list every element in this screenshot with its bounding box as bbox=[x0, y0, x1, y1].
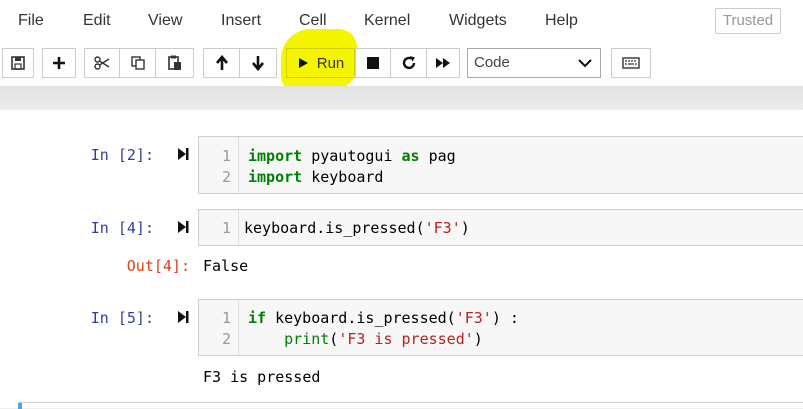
code-token: pyautogui bbox=[302, 147, 402, 165]
menu-cell[interactable]: Cell bbox=[299, 12, 327, 30]
code-token: 'F3' bbox=[455, 309, 492, 327]
restart-icon bbox=[402, 56, 415, 70]
code-token: import bbox=[248, 168, 303, 186]
move-up-button[interactable] bbox=[203, 48, 240, 78]
copy-icon bbox=[130, 56, 145, 70]
output-prompt: Out[4]: bbox=[126, 257, 190, 275]
line-number: 2 bbox=[221, 330, 231, 348]
selected-cell-indicator bbox=[18, 403, 22, 409]
code-input[interactable]: 1 2 if keyboard.is_pressed('F3') : print… bbox=[198, 299, 803, 356]
cell-type-value: Code bbox=[474, 54, 510, 71]
run-cell-icon[interactable] bbox=[176, 147, 190, 161]
code-token: 'F3' bbox=[424, 219, 461, 237]
code-line: if keyboard.is_pressed('F3') : bbox=[248, 309, 519, 327]
cell-type-select[interactable]: Code bbox=[467, 48, 601, 78]
line-number: 1 bbox=[221, 219, 231, 237]
cut-button[interactable] bbox=[84, 48, 120, 78]
code-token: pag bbox=[419, 147, 456, 165]
restart-button[interactable] bbox=[391, 48, 427, 78]
play-icon bbox=[298, 58, 308, 68]
run-cell-icon[interactable] bbox=[176, 310, 190, 324]
save-button[interactable] bbox=[2, 48, 34, 78]
menu-widgets[interactable]: Widgets bbox=[449, 12, 507, 30]
run-label: Run bbox=[316, 54, 345, 72]
menu-insert[interactable]: Insert bbox=[221, 12, 261, 30]
stop-icon bbox=[367, 57, 379, 69]
code-line: keyboard.is_pressed('F3') bbox=[244, 219, 470, 237]
code-token: import bbox=[248, 147, 303, 165]
menu-file[interactable]: File bbox=[18, 12, 44, 30]
run-button[interactable]: Run bbox=[286, 48, 355, 78]
input-prompt: In [2]: bbox=[90, 146, 154, 164]
header-shadow bbox=[0, 86, 803, 110]
menu-bar: File Edit View Insert Cell Kernel Widget… bbox=[0, 0, 803, 42]
code-token: ) bbox=[473, 330, 483, 348]
menu-edit[interactable]: Edit bbox=[83, 12, 111, 30]
copy-button[interactable] bbox=[120, 48, 156, 78]
code-token: keyboard.is_pressed( bbox=[244, 219, 425, 237]
code-input[interactable]: 1 2 import pyautogui as pag import keybo… bbox=[198, 136, 803, 194]
line-number: 1 bbox=[221, 309, 231, 327]
line-number: 2 bbox=[221, 168, 231, 186]
menu-help[interactable]: Help bbox=[545, 12, 578, 30]
line-number: 1 bbox=[221, 147, 231, 165]
code-token: keyboard.is_pressed( bbox=[266, 309, 456, 327]
interrupt-button[interactable] bbox=[355, 48, 391, 78]
run-cell-icon[interactable] bbox=[176, 220, 190, 234]
code-line: print('F3 is pressed') bbox=[248, 330, 483, 348]
code-token: ( bbox=[329, 330, 339, 348]
restart-run-all-button[interactable] bbox=[427, 48, 460, 78]
code-token: ) bbox=[460, 219, 470, 237]
trusted-badge[interactable]: Trusted bbox=[715, 8, 781, 34]
chevron-down-icon bbox=[578, 59, 592, 68]
arrow-up-icon bbox=[215, 55, 228, 70]
cell-output: F3 is pressed bbox=[203, 368, 321, 386]
paste-button[interactable] bbox=[156, 48, 194, 78]
code-token: as bbox=[401, 147, 420, 165]
menu-view[interactable]: View bbox=[148, 12, 182, 30]
code-token: print bbox=[284, 330, 330, 348]
code-token: keyboard bbox=[302, 168, 384, 186]
arrow-down-icon bbox=[252, 56, 264, 71]
input-prompt: In [5]: bbox=[90, 309, 154, 327]
insert-cell-button[interactable] bbox=[42, 48, 76, 78]
save-icon bbox=[11, 56, 25, 70]
code-input[interactable]: 1 keyboard.is_pressed('F3') bbox=[198, 209, 803, 246]
menu-kernel[interactable]: Kernel bbox=[364, 12, 410, 30]
code-line: import keyboard bbox=[248, 168, 383, 186]
paste-icon bbox=[167, 55, 181, 70]
fast-forward-icon bbox=[436, 58, 450, 68]
keyboard-icon bbox=[622, 57, 640, 69]
code-token: 'F3 is pressed' bbox=[338, 330, 474, 348]
input-prompt: In [4]: bbox=[90, 219, 154, 237]
code-token: if bbox=[248, 309, 267, 327]
code-line: import pyautogui as pag bbox=[248, 147, 456, 165]
code-token: ) : bbox=[491, 309, 519, 327]
cell-output: False bbox=[203, 257, 249, 275]
command-palette-button[interactable] bbox=[611, 48, 651, 78]
plus-icon bbox=[53, 57, 65, 69]
move-down-button[interactable] bbox=[240, 48, 277, 78]
scissors-icon bbox=[94, 56, 110, 70]
